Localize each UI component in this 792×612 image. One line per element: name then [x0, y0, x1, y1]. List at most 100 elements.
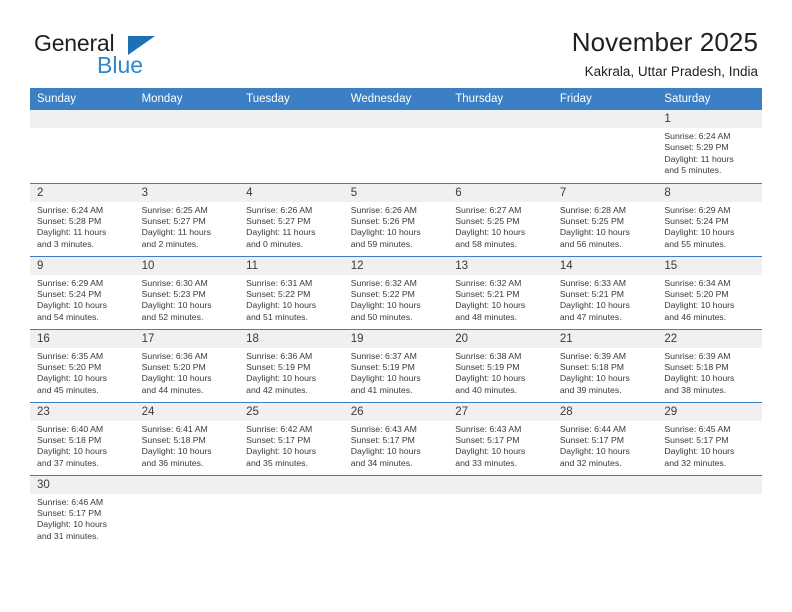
calendar-week-row: 23 Sunrise: 6:40 AM Sunset: 5:18 PM Dayligh… [30, 401, 762, 475]
daylight-line-2: and 5 minutes. [664, 165, 722, 176]
day-number: 27 [448, 402, 553, 421]
daylight-line-1: Daylight: 10 hours [141, 373, 212, 384]
calendar-day-cell[interactable]: 28 Sunrise: 6:44 AM Sunset: 5:17 PM Dayligh… [552, 401, 658, 475]
sunrise-time: Sunrise: 6:39 AM [664, 350, 731, 361]
calendar-empty-cell [134, 474, 240, 548]
calendar-body: 1 Sunrise: 6:24 AM Sunset: 5:29 PM Daylight… [30, 110, 762, 548]
calendar-empty-cell [448, 110, 553, 183]
daylight-line-1: Daylight: 10 hours [350, 446, 421, 457]
sunrise-time: Sunrise: 6:29 AM [37, 277, 104, 288]
daylight-line-1: Daylight: 10 hours [350, 227, 421, 238]
daylight-line-2: and 41 minutes. [350, 384, 413, 395]
day-sun-info: Sunrise: 6:25 AM Sunset: 5:27 PM Daylight:… [135, 202, 240, 251]
sunset-time: Sunset: 5:25 PM [559, 215, 625, 226]
day-sun-info: Sunrise: 6:40 AM Sunset: 5:18 PM Daylight:… [30, 421, 135, 470]
calendar-day-cell[interactable]: 10 Sunrise: 6:30 AM Sunset: 5:23 PM Dayligh… [134, 255, 240, 329]
sunset-time: Sunset: 5:19 PM [246, 361, 311, 372]
calendar-day-cell[interactable]: 24 Sunrise: 6:41 AM Sunset: 5:18 PM Dayligh… [134, 401, 240, 475]
sunrise-time: Sunrise: 6:35 AM [37, 350, 104, 361]
daylight-line-1: Daylight: 10 hours [37, 373, 108, 384]
day-sun-info: Sunrise: 6:24 AM Sunset: 5:29 PM Daylight:… [657, 128, 762, 177]
sunset-time: Sunset: 5:24 PM [664, 215, 729, 226]
general-blue-logo[interactable]: General Blue [34, 28, 184, 80]
calendar-day-cell[interactable]: 18 Sunrise: 6:36 AM Sunset: 5:19 PM Dayligh… [239, 328, 344, 402]
calendar-day-cell[interactable]: 13 Sunrise: 6:32 AM Sunset: 5:21 PM Dayligh… [448, 255, 553, 329]
sunset-time: Sunset: 5:20 PM [37, 361, 102, 372]
daylight-line-2: and 47 minutes. [559, 311, 622, 322]
calendar-day-cell[interactable]: 17 Sunrise: 6:36 AM Sunset: 5:20 PM Dayligh… [134, 328, 240, 402]
calendar-day-cell[interactable]: 3 Sunrise: 6:25 AM Sunset: 5:27 PM Daylight… [134, 182, 240, 256]
sunrise-time: Sunrise: 6:42 AM [246, 423, 313, 434]
calendar-day-cell[interactable]: 6 Sunrise: 6:27 AM Sunset: 5:25 PM Daylight… [448, 182, 553, 256]
daylight-line-1: Daylight: 10 hours [455, 373, 526, 384]
calendar-day-cell[interactable]: 21 Sunrise: 6:39 AM Sunset: 5:18 PM Dayligh… [552, 328, 658, 402]
calendar-day-cell[interactable]: 23 Sunrise: 6:40 AM Sunset: 5:18 PM Dayligh… [30, 401, 135, 475]
sunset-time: Sunset: 5:28 PM [37, 215, 102, 226]
calendar-empty-cell [134, 110, 240, 183]
sunrise-time: Sunrise: 6:27 AM [455, 204, 522, 215]
sunrise-time: Sunrise: 6:32 AM [350, 277, 417, 288]
day-sun-info: Sunrise: 6:29 AM Sunset: 5:24 PM Daylight:… [657, 202, 762, 251]
calendar-day-cell[interactable]: 11 Sunrise: 6:31 AM Sunset: 5:22 PM Dayligh… [239, 255, 344, 329]
calendar-day-cell[interactable]: 8 Sunrise: 6:29 AM Sunset: 5:24 PM Daylight… [657, 182, 762, 256]
calendar-day-cell[interactable]: 2 Sunrise: 6:24 AM Sunset: 5:28 PM Daylight… [30, 182, 135, 256]
sunset-time: Sunset: 5:22 PM [246, 288, 311, 299]
page-title: November 2025 [571, 27, 758, 57]
sunset-time: Sunset: 5:17 PM [246, 434, 311, 445]
day-number [552, 110, 658, 128]
daylight-line-1: Daylight: 10 hours [246, 300, 317, 311]
calendar-day-cell[interactable]: 4 Sunrise: 6:26 AM Sunset: 5:27 PM Daylight… [239, 182, 344, 256]
calendar-day-cell[interactable]: 15 Sunrise: 6:34 AM Sunset: 5:20 PM Dayligh… [657, 255, 762, 329]
daylight-line-2: and 56 minutes. [559, 238, 622, 249]
sunset-time: Sunset: 5:26 PM [350, 215, 415, 226]
calendar-day-cell[interactable]: 20 Sunrise: 6:38 AM Sunset: 5:19 PM Dayligh… [448, 328, 553, 402]
calendar-day-cell[interactable]: 26 Sunrise: 6:43 AM Sunset: 5:17 PM Dayligh… [343, 401, 449, 475]
day-number [134, 110, 240, 128]
sunset-time: Sunset: 5:19 PM [350, 361, 415, 372]
sunset-time: Sunset: 5:20 PM [664, 288, 729, 299]
weekday-header-wednesday: Wednesday [343, 88, 449, 110]
day-number [448, 110, 553, 128]
day-sun-info: Sunrise: 6:41 AM Sunset: 5:18 PM Daylight:… [135, 421, 240, 470]
calendar-empty-cell [448, 474, 553, 548]
daylight-line-2: and 45 minutes. [37, 384, 99, 395]
daylight-line-1: Daylight: 10 hours [350, 300, 421, 311]
calendar-day-cell[interactable]: 9 Sunrise: 6:29 AM Sunset: 5:24 PM Daylight… [30, 255, 135, 329]
calendar-day-cell[interactable]: 19 Sunrise: 6:37 AM Sunset: 5:19 PM Dayligh… [343, 328, 449, 402]
calendar-day-cell[interactable]: 22 Sunrise: 6:39 AM Sunset: 5:18 PM Dayligh… [657, 328, 762, 402]
day-sun-info: Sunrise: 6:36 AM Sunset: 5:20 PM Daylight:… [135, 348, 240, 397]
daylight-line-2: and 39 minutes. [559, 384, 622, 395]
day-number [239, 110, 344, 128]
day-sun-info: Sunrise: 6:33 AM Sunset: 5:21 PM Daylight:… [553, 275, 658, 324]
calendar-day-cell[interactable]: 27 Sunrise: 6:43 AM Sunset: 5:17 PM Dayligh… [448, 401, 553, 475]
calendar-day-cell[interactable]: 12 Sunrise: 6:32 AM Sunset: 5:22 PM Dayligh… [343, 255, 449, 329]
calendar-day-cell[interactable]: 14 Sunrise: 6:33 AM Sunset: 5:21 PM Dayligh… [552, 255, 658, 329]
day-sun-info: Sunrise: 6:27 AM Sunset: 5:25 PM Daylight:… [448, 202, 553, 251]
day-number: 24 [134, 402, 240, 421]
day-sun-info: Sunrise: 6:42 AM Sunset: 5:17 PM Daylight:… [239, 421, 344, 470]
daylight-line-1: Daylight: 10 hours [141, 300, 212, 311]
weekday-header-monday: Monday [134, 88, 240, 110]
daylight-line-2: and 34 minutes. [350, 457, 413, 468]
sunrise-time: Sunrise: 6:36 AM [246, 350, 313, 361]
calendar-day-cell[interactable]: 5 Sunrise: 6:26 AM Sunset: 5:26 PM Daylight… [343, 182, 449, 256]
day-number: 25 [239, 402, 344, 421]
daylight-line-1: Daylight: 10 hours [559, 373, 630, 384]
day-sun-info: Sunrise: 6:37 AM Sunset: 5:19 PM Daylight:… [344, 348, 449, 397]
calendar-day-cell[interactable]: 1 Sunrise: 6:24 AM Sunset: 5:29 PM Daylight… [657, 110, 762, 183]
daylight-line-2: and 32 minutes. [559, 457, 622, 468]
calendar-day-cell[interactable]: 16 Sunrise: 6:35 AM Sunset: 5:20 PM Dayligh… [30, 328, 135, 402]
calendar-day-cell[interactable]: 25 Sunrise: 6:42 AM Sunset: 5:17 PM Dayligh… [239, 401, 344, 475]
calendar-empty-cell [657, 474, 762, 548]
sunset-time: Sunset: 5:18 PM [141, 434, 206, 445]
day-number: 15 [657, 256, 762, 275]
calendar-day-cell[interactable]: 29 Sunrise: 6:45 AM Sunset: 5:17 PM Dayligh… [657, 401, 762, 475]
calendar-day-cell[interactable]: 7 Sunrise: 6:28 AM Sunset: 5:25 PM Daylight… [552, 182, 658, 256]
sunrise-sunset-calendar: Sunday Monday Tuesday Wednesday Thursday… [30, 88, 762, 548]
day-sun-info: Sunrise: 6:39 AM Sunset: 5:18 PM Daylight:… [657, 348, 762, 397]
calendar-day-cell[interactable]: 30 Sunrise: 6:46 AM Sunset: 5:17 PM Dayligh… [30, 474, 135, 548]
day-number: 5 [343, 183, 449, 202]
day-number: 22 [657, 329, 762, 348]
day-sun-info: Sunrise: 6:39 AM Sunset: 5:18 PM Daylight:… [553, 348, 658, 397]
day-number: 3 [134, 183, 240, 202]
